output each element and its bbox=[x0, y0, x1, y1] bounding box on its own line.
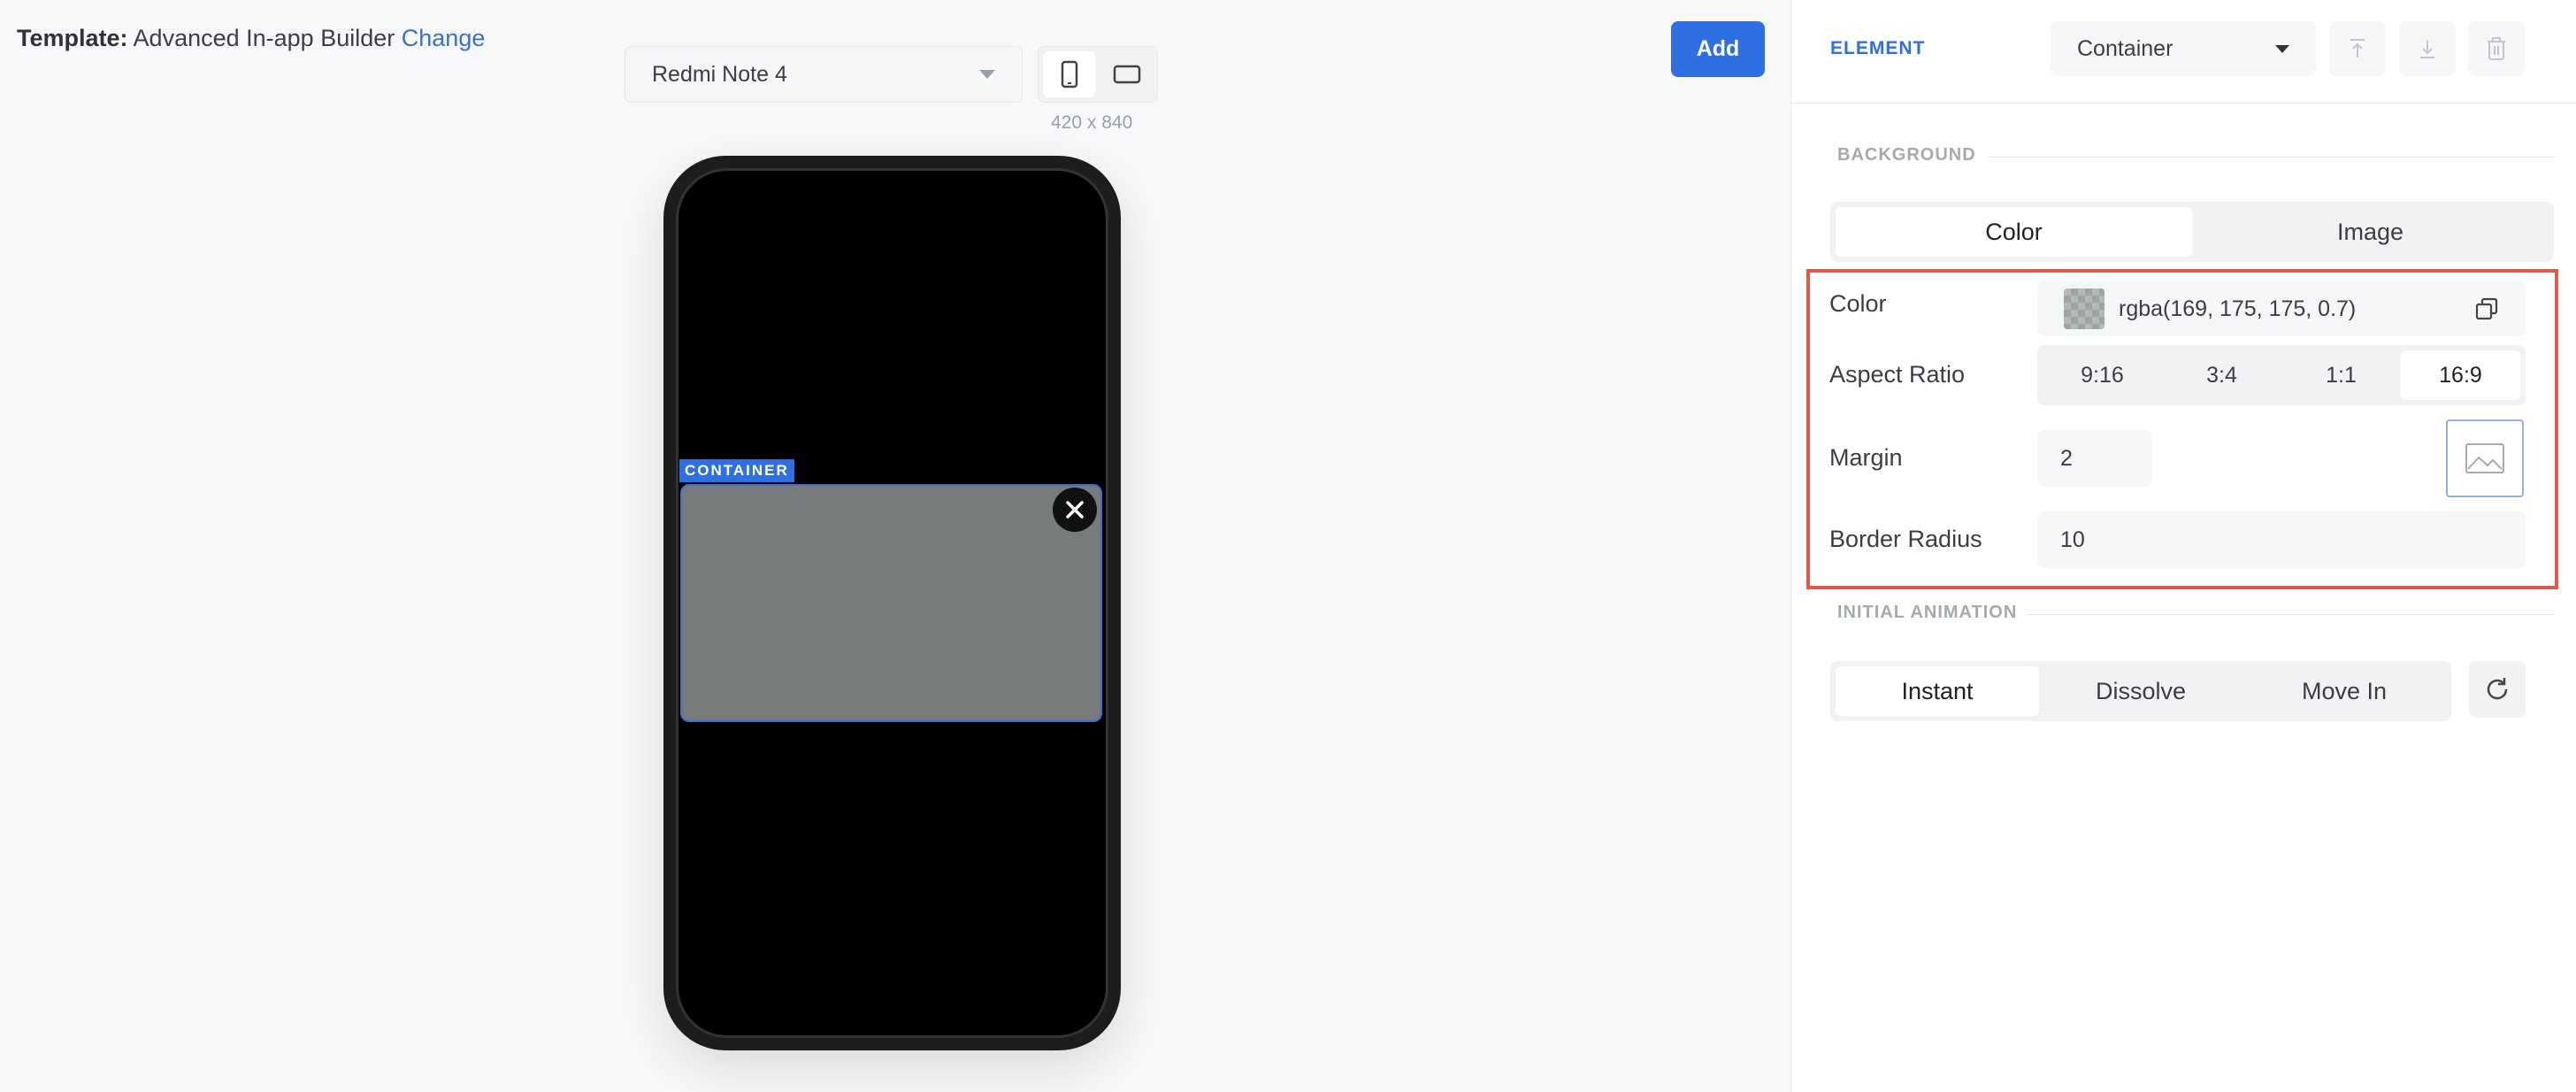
tab-image[interactable]: Image bbox=[2192, 207, 2549, 257]
margin-label: Margin bbox=[1829, 444, 1903, 471]
animation-instant[interactable]: Instant bbox=[1836, 666, 2039, 716]
aspect-16-9[interactable]: 16:9 bbox=[2401, 350, 2520, 400]
panel-header: ELEMENT Container bbox=[1791, 0, 2576, 104]
animation-section-title: INITIAL ANIMATION bbox=[1837, 603, 2028, 623]
orientation-toggle bbox=[1038, 46, 1158, 103]
margin-value: 2 bbox=[2060, 445, 2073, 471]
color-label: Color bbox=[1829, 290, 1887, 317]
arrow-down-icon bbox=[2420, 40, 2434, 58]
color-swatch[interactable] bbox=[2064, 288, 2104, 329]
container-element[interactable] bbox=[680, 484, 1102, 722]
chevron-down-icon bbox=[979, 70, 995, 79]
chevron-down-icon bbox=[2275, 44, 2289, 53]
landscape-button[interactable] bbox=[1100, 51, 1153, 97]
animation-dissolve[interactable]: Dissolve bbox=[2039, 666, 2242, 716]
change-template-link[interactable]: Change bbox=[402, 25, 486, 51]
move-up-button[interactable] bbox=[2329, 21, 2386, 76]
background-type-tabs: Color Image bbox=[1830, 202, 2554, 262]
aspect-ratio-options: 9:16 3:4 1:1 16:9 bbox=[2037, 345, 2526, 405]
element-type-value: Container bbox=[2077, 35, 2174, 61]
aspect-3-4[interactable]: 3:4 bbox=[2162, 350, 2281, 400]
template-info: Template: Advanced In-app Builder Change bbox=[17, 25, 485, 52]
background-section-title: BACKGROUND bbox=[1837, 145, 1987, 165]
move-down-button[interactable] bbox=[2399, 21, 2456, 76]
template-name: Advanced In-app Builder bbox=[133, 25, 395, 51]
aspect-ratio-label: Aspect Ratio bbox=[1829, 361, 1966, 388]
copy-button[interactable] bbox=[2474, 296, 2499, 321]
border-radius-label: Border Radius bbox=[1829, 526, 1982, 552]
portrait-button[interactable] bbox=[1043, 51, 1095, 97]
tab-color[interactable]: Color bbox=[1836, 207, 2192, 257]
template-label: Template: bbox=[17, 25, 128, 51]
aspect-1-1[interactable]: 1:1 bbox=[2281, 350, 2401, 400]
animation-move-in[interactable]: Move In bbox=[2242, 666, 2446, 716]
animation-options: Instant Dissolve Move In bbox=[1830, 661, 2451, 721]
element-label: ELEMENT bbox=[1830, 38, 1926, 58]
device-dimensions: 420 x 840 bbox=[1051, 112, 1133, 133]
arrow-up-icon bbox=[2350, 39, 2365, 58]
image-placeholder[interactable] bbox=[2446, 419, 2524, 497]
aspect-9-16[interactable]: 9:16 bbox=[2043, 350, 2162, 400]
color-field[interactable]: rgba(169, 175, 175, 0.7) bbox=[2037, 281, 2526, 336]
phone-portrait-icon bbox=[1061, 60, 1077, 88]
close-button[interactable] bbox=[1053, 488, 1097, 532]
add-button[interactable]: Add bbox=[1671, 21, 1765, 77]
image-icon bbox=[2465, 443, 2504, 473]
phone-landscape-icon bbox=[1113, 65, 1140, 84]
device-select-value: Redmi Note 4 bbox=[652, 61, 787, 87]
border-radius-input[interactable]: 10 bbox=[2037, 511, 2526, 568]
delete-button[interactable] bbox=[2468, 21, 2525, 76]
device-select[interactable]: Redmi Note 4 bbox=[625, 46, 1023, 103]
container-tag: CONTAINER bbox=[679, 459, 794, 482]
close-icon bbox=[1066, 501, 1084, 519]
color-value: rgba(169, 175, 175, 0.7) bbox=[2119, 296, 2357, 321]
border-radius-value: 10 bbox=[2060, 527, 2085, 552]
replay-animation-button[interactable] bbox=[2469, 661, 2526, 718]
copy-icon bbox=[2475, 297, 2498, 320]
trash-icon bbox=[2488, 37, 2505, 60]
element-type-select[interactable]: Container bbox=[2051, 21, 2316, 76]
refresh-icon bbox=[2487, 678, 2508, 700]
canvas-area: Template: Advanced In-app Builder Change… bbox=[0, 0, 1790, 1092]
margin-input[interactable]: 2 bbox=[2037, 430, 2152, 487]
